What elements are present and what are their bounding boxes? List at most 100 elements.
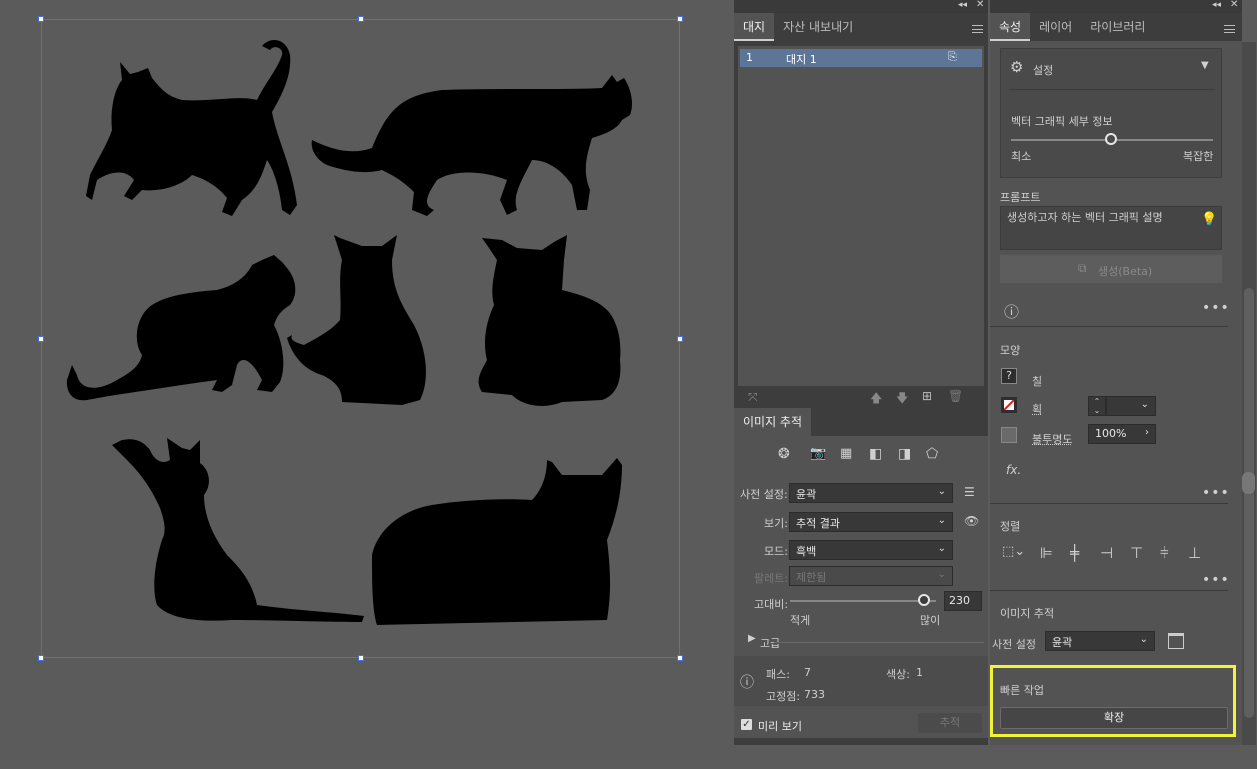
opacity-label[interactable]: 불투명도 [1032, 431, 1072, 447]
gear-icon: ⚙ [1010, 58, 1024, 76]
close-icon[interactable]: ✕ [1230, 0, 1238, 10]
tab-image-trace[interactable]: 이미지 추적 [734, 408, 812, 436]
colors-label: 색상: [886, 668, 910, 681]
tab-layers[interactable]: 레이어 [1030, 13, 1081, 41]
resize-handle-bl[interactable] [38, 655, 44, 661]
stroke-weight-stepper[interactable]: ⌃ ⌄ [1088, 396, 1106, 416]
divider [990, 590, 1228, 591]
tab-artboards[interactable]: 대지 [734, 13, 775, 41]
new-artboard-icon[interactable]: ⊞ [922, 389, 932, 403]
contrast-value: 230 [949, 594, 970, 607]
close-icon[interactable]: ✕ [976, 0, 984, 10]
move-up-icon[interactable]: 🡅 [870, 389, 882, 410]
black-white-icon[interactable]: ◨ [898, 446, 911, 462]
stroke-weight-input[interactable]: ⌄ [1106, 396, 1156, 416]
divider [774, 642, 984, 643]
expand-button[interactable]: 확장 [1000, 707, 1228, 729]
panel-top-strip: ◂◂ ✕ [990, 0, 1242, 14]
move-down-icon[interactable]: 🡇 [896, 389, 908, 410]
preview-checkbox[interactable]: ✓ [741, 719, 752, 730]
scrollbar-thumb[interactable] [1244, 288, 1254, 718]
high-color-icon[interactable]: 📷 [810, 446, 826, 461]
grayscale-icon[interactable]: ◧ [869, 446, 882, 462]
resize-handle-br[interactable] [677, 655, 683, 661]
triangle-right-icon[interactable]: ▶ [748, 633, 756, 644]
artboard-selection[interactable] [38, 16, 683, 661]
paths-label: 패스: [766, 668, 790, 681]
advanced-toggle[interactable]: 고급 [760, 635, 780, 651]
align-right-icon[interactable]: ⊣ [1100, 544, 1113, 562]
trace-button[interactable]: 추적 [918, 713, 982, 733]
delete-icon[interactable]: 🗑 [948, 389, 963, 403]
stroke-swatch[interactable] [1001, 397, 1017, 413]
eye-icon[interactable]: 👁 [964, 514, 979, 528]
vector-detail-label: 벡터 그래픽 세부 정보 [1011, 115, 1113, 128]
outline-icon[interactable]: ⬠ [926, 446, 938, 462]
more-options-icon[interactable]: ••• [1202, 485, 1230, 501]
preset-label: 사전 설정 [992, 638, 1036, 651]
less-label: 적게 [790, 614, 811, 627]
align-vcenter-icon[interactable]: ⫩ [1160, 544, 1169, 562]
info-icon[interactable]: ⓘ [1004, 301, 1019, 322]
resize-handle-top[interactable] [358, 16, 364, 22]
preview-label: 미리 보기 [758, 720, 802, 733]
fill-label: 칠 [1032, 375, 1043, 388]
resize-handle-left[interactable] [38, 336, 44, 342]
resize-handle-tl[interactable] [38, 16, 44, 22]
preset-select[interactable]: 윤곽 ⌄ [1045, 631, 1155, 651]
align-bottom-icon[interactable]: ⊥ [1188, 544, 1201, 562]
panel-menu-icon[interactable] [1224, 25, 1235, 33]
artboard-options-icon[interactable]: ⎘ [948, 50, 957, 64]
tab-asset-export[interactable]: 자산 내보내기 [774, 13, 862, 41]
align-left-icon[interactable]: ⊫ [1040, 544, 1053, 562]
more-options-icon[interactable]: ••• [1202, 300, 1230, 316]
view-label: 보기: [764, 517, 788, 530]
info-icon: ⓘ [740, 675, 754, 691]
low-color-icon[interactable]: ▦ [840, 446, 852, 461]
prompt-textarea[interactable]: 생성하고자 하는 벡터 그래픽 설명 💡 [1000, 206, 1222, 250]
artboards-panel: ◂◂ ✕ 대지 자산 내보내기 1 대지 1 ⎘ ⤧ 🡅 🡇 ⊞ 🗑 [734, 0, 988, 408]
cat-silhouettes-artwork[interactable] [42, 20, 681, 659]
fill-swatch[interactable]: ? [1001, 368, 1017, 384]
align-top-icon[interactable]: ⊤ [1130, 544, 1143, 562]
tab-libraries[interactable]: 라이브러리 [1081, 13, 1154, 41]
contrast-input[interactable]: 230 [944, 591, 982, 611]
scrollbar-grip[interactable] [1242, 472, 1255, 494]
align-to-icon[interactable]: ⬚⌄ [1002, 544, 1025, 559]
caret-down-icon[interactable]: ▼ [1201, 60, 1209, 71]
more-options-icon[interactable]: ••• [1202, 572, 1230, 588]
tab-properties[interactable]: 속성 [990, 13, 1031, 41]
resize-handle-right[interactable] [677, 336, 683, 342]
rearrange-icon[interactable]: ⤧ [748, 390, 758, 405]
mode-select[interactable]: 흑백 ⌄ [789, 540, 953, 560]
preset-list-icon[interactable]: ☰ [964, 485, 975, 499]
properties-tabbar: 속성 레이어 라이브러리 [990, 13, 1242, 41]
trace-options-button[interactable] [1168, 633, 1184, 649]
resize-handle-tr[interactable] [677, 16, 683, 22]
preset-value: 윤곽 [796, 488, 817, 501]
list-item[interactable]: 1 대지 1 ⎘ [740, 49, 982, 67]
properties-scrollbar[interactable] [1242, 42, 1256, 745]
resize-handle-bottom[interactable] [358, 655, 364, 661]
generate-icon: ⧉ [1078, 261, 1087, 275]
artboard-list: 1 대지 1 ⎘ [738, 46, 984, 386]
align-hcenter-icon[interactable]: ╪ [1070, 544, 1079, 562]
trace-preset-icons: ❂ 📷 ▦ ◧ ◨ ⬠ [778, 446, 948, 464]
detail-slider-thumb[interactable] [1105, 133, 1117, 145]
panel-menu-icon[interactable] [972, 25, 983, 33]
contrast-slider-thumb[interactable] [918, 594, 931, 606]
auto-color-icon[interactable]: ❂ [778, 446, 790, 462]
stroke-label[interactable]: 획 [1032, 401, 1042, 417]
contrast-slider-track[interactable] [790, 600, 936, 602]
divider [990, 326, 1228, 327]
view-select[interactable]: 추적 결과 ⌄ [789, 512, 953, 532]
chevron-down-icon: ⌄ [937, 569, 946, 580]
lightbulb-icon[interactable]: 💡 [1201, 212, 1217, 227]
opacity-input[interactable]: 100% › [1088, 424, 1156, 444]
preset-select[interactable]: 윤곽 ⌄ [789, 483, 953, 503]
chevron-down-icon: ⌄ [1140, 399, 1149, 410]
collapse-icon[interactable]: ◂◂ [958, 0, 967, 10]
fx-button[interactable]: fx. [1006, 463, 1021, 477]
collapse-icon[interactable]: ◂◂ [1212, 0, 1221, 10]
appearance-label: 모양 [1000, 344, 1021, 357]
